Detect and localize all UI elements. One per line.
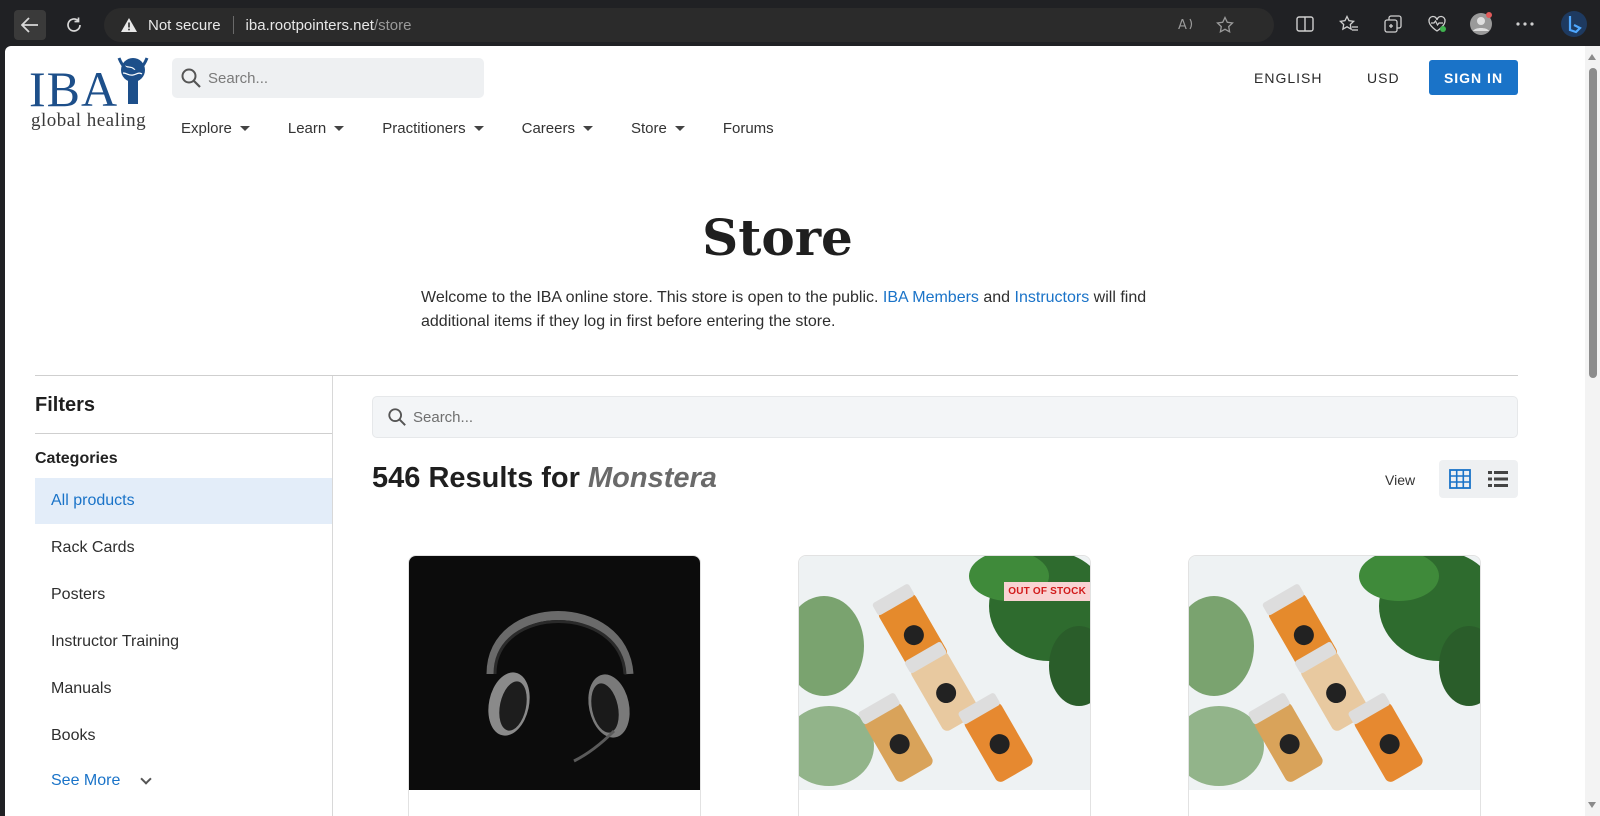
results-count: 546 Results for: [372, 462, 580, 494]
out-of-stock-badge: OUT OF STOCK: [1004, 582, 1090, 601]
site-search[interactable]: [172, 58, 484, 98]
language-selector[interactable]: ENGLISH: [1254, 70, 1322, 86]
see-more-button[interactable]: See More: [51, 772, 153, 790]
grid-view-icon[interactable]: [1449, 469, 1471, 489]
instructors-link[interactable]: Instructors: [1015, 289, 1090, 306]
logo-tagline: global healing: [31, 110, 147, 131]
profile-avatar-icon[interactable]: [1469, 12, 1493, 36]
page-title: Store: [702, 208, 853, 267]
address-divider: [232, 16, 234, 34]
filters-divider: [35, 433, 332, 434]
currency-selector[interactable]: USD: [1367, 70, 1400, 86]
caret-down-icon: [582, 126, 593, 131]
search-term: Monstera: [587, 462, 717, 494]
scroll-down-icon[interactable]: [1588, 802, 1596, 808]
reload-button[interactable]: [58, 10, 90, 40]
category-books[interactable]: Books: [35, 713, 332, 759]
caret-down-icon: [674, 126, 685, 131]
browser-essentials-icon[interactable]: [1425, 12, 1449, 36]
view-toggle: [1439, 460, 1518, 498]
category-manuals[interactable]: Manuals: [35, 666, 332, 712]
search-icon: [181, 68, 201, 88]
page-scrollbar[interactable]: [1585, 46, 1600, 816]
url-host: iba.rootpointers.net: [245, 16, 374, 34]
logo-wordmark: IBA: [29, 61, 119, 117]
nav-store[interactable]: Store: [631, 120, 685, 137]
warning-icon: [121, 18, 137, 32]
results-search[interactable]: [372, 396, 1518, 438]
nav-label: Careers: [521, 120, 575, 137]
nav-forums[interactable]: Forums: [723, 120, 774, 137]
filters-sidebar: Filters Categories All products Rack Car…: [35, 376, 333, 816]
category-posters[interactable]: Posters: [35, 572, 332, 618]
nav-careers[interactable]: Careers: [522, 120, 593, 137]
security-status[interactable]: Not secure: [148, 17, 221, 34]
product-card[interactable]: [1188, 555, 1481, 816]
view-label: View: [1385, 472, 1416, 488]
sign-in-button[interactable]: SIGN IN: [1429, 60, 1518, 95]
collections-icon[interactable]: [1381, 12, 1405, 36]
caret-down-icon: [473, 126, 484, 131]
browser-toolbar: Not secure iba.rootpointers.net/store A: [0, 0, 1600, 46]
nav-label: Store: [630, 120, 667, 137]
iba-members-link[interactable]: IBA Members: [883, 289, 979, 306]
favorites-icon[interactable]: [1337, 12, 1361, 36]
results-search-input[interactable]: [413, 408, 1413, 426]
favorite-star-icon[interactable]: [1216, 15, 1234, 38]
category-all-products[interactable]: All products: [35, 478, 332, 524]
split-screen-icon[interactable]: [1293, 12, 1317, 36]
store-description: Welcome to the IBA online store. This st…: [421, 286, 1161, 334]
search-icon: [388, 408, 406, 426]
description-text: Welcome to the IBA online store. This st…: [421, 289, 879, 306]
logo-globe-figure-icon: [117, 57, 149, 104]
product-card[interactable]: OUT OF STOCK: [798, 555, 1091, 816]
filters-heading: Filters: [35, 394, 96, 416]
results-heading: 546 Results for Monstera: [372, 462, 717, 495]
nav-learn[interactable]: Learn: [287, 120, 345, 137]
main-navigation: Explore Learn Practitioners Careers Stor…: [181, 120, 812, 137]
caret-down-icon: [334, 126, 345, 131]
see-more-label: See More: [51, 772, 121, 789]
caret-down-icon: [239, 126, 250, 131]
nav-label: Practitioners: [382, 120, 466, 137]
category-instructor-training[interactable]: Instructor Training: [35, 619, 332, 665]
copilot-icon[interactable]: [1559, 9, 1589, 39]
categories-heading: Categories: [35, 450, 118, 467]
svg-text:A: A: [1178, 18, 1187, 32]
site-search-input[interactable]: [208, 69, 468, 87]
description-text: and: [983, 289, 1011, 306]
list-view-icon[interactable]: [1487, 469, 1509, 489]
nav-label: Forums: [722, 120, 774, 137]
nav-explore[interactable]: Explore: [181, 120, 250, 137]
back-button[interactable]: [14, 10, 46, 40]
refresh-icon: [67, 17, 81, 32]
category-rack-cards[interactable]: Rack Cards: [35, 525, 332, 571]
product-image-headphones: [409, 556, 700, 790]
nav-practitioners[interactable]: Practitioners: [382, 120, 484, 137]
product-image-juice-bottles: [1189, 556, 1480, 790]
address-bar[interactable]: Not secure iba.rootpointers.net/store A: [104, 8, 1274, 42]
product-card[interactable]: [408, 555, 701, 816]
more-menu-icon[interactable]: [1513, 12, 1537, 36]
url-path: /store: [373, 16, 412, 34]
page-viewport: IBA global healing ENGLISH USD SIGN IN E…: [5, 46, 1585, 816]
scrollbar-thumb[interactable]: [1589, 68, 1597, 378]
arrow-left-icon: [21, 17, 38, 33]
nav-label: Explore: [181, 120, 232, 137]
nav-label: Learn: [287, 120, 327, 137]
site-logo[interactable]: IBA global healing: [29, 56, 151, 136]
scroll-up-icon[interactable]: [1588, 54, 1596, 60]
read-aloud-icon[interactable]: A: [1178, 16, 1196, 36]
chevron-down-icon: [140, 772, 153, 785]
